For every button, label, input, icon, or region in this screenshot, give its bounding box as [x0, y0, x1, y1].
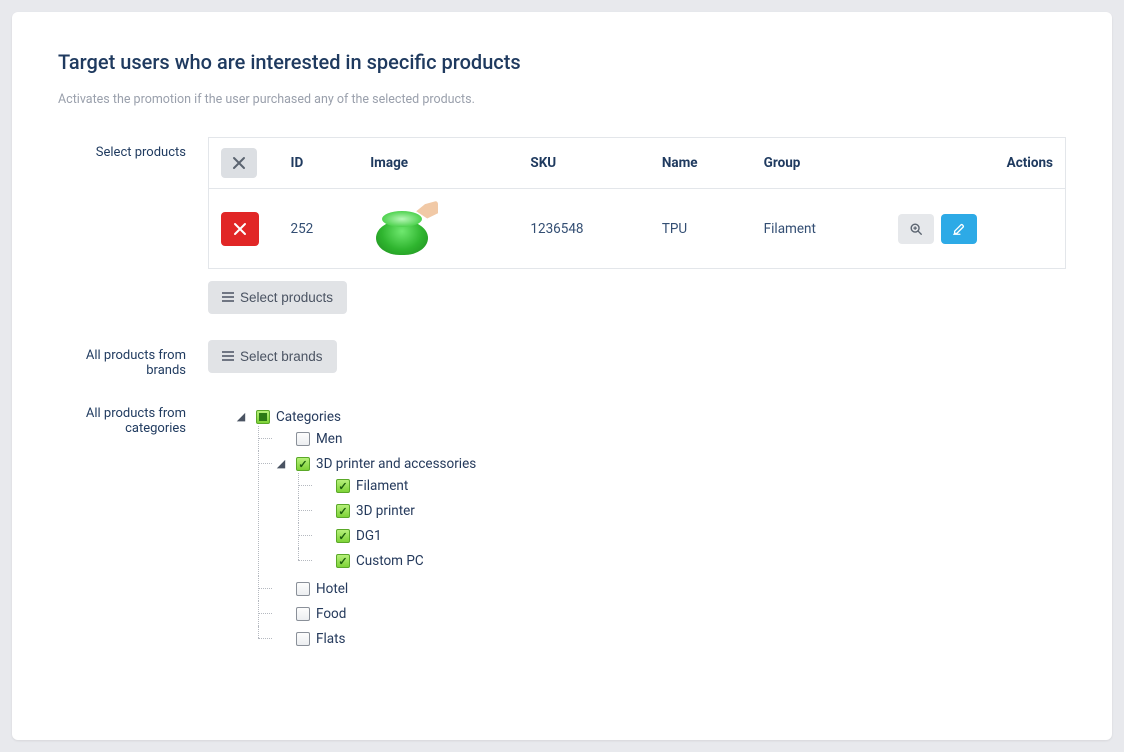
tree-node-label[interactable]: Custom PC	[356, 552, 424, 570]
tree-checkbox[interactable]	[296, 632, 310, 646]
tree-checkbox[interactable]	[296, 457, 310, 471]
row-brands: All products from brands Select brands	[58, 340, 1066, 378]
cell-image	[358, 189, 518, 269]
close-icon	[232, 156, 246, 170]
select-products-button[interactable]: Select products	[208, 281, 347, 314]
col-actions: Actions	[882, 138, 1066, 189]
col-image: Image	[358, 138, 518, 189]
label-brands: All products from brands	[58, 340, 208, 378]
tree-checkbox[interactable]	[336, 529, 350, 543]
col-sku: SKU	[518, 138, 649, 189]
label-select-products: Select products	[58, 137, 208, 160]
select-brands-button[interactable]: Select brands	[208, 340, 337, 373]
cell-id: 252	[279, 189, 359, 269]
col-group: Group	[752, 138, 882, 189]
zoom-in-icon	[909, 222, 923, 236]
label-categories: All products from categories	[58, 404, 208, 436]
edit-button[interactable]	[941, 214, 977, 244]
category-tree: ◢ Categories · Men	[208, 404, 1066, 654]
tree-node-label[interactable]: 3D printer and accessories	[316, 455, 476, 473]
edit-icon	[952, 222, 966, 236]
zoom-button[interactable]	[898, 214, 934, 244]
tree-node-label[interactable]: Flats	[316, 630, 345, 648]
tree-checkbox[interactable]	[336, 479, 350, 493]
tree-node-label[interactable]: Food	[316, 605, 346, 623]
list-icon	[222, 290, 234, 305]
tree-node-label[interactable]: Men	[316, 430, 342, 448]
tree-checkbox[interactable]	[256, 410, 270, 424]
tree-checkbox[interactable]	[296, 582, 310, 596]
clear-all-button[interactable]	[221, 148, 257, 178]
page-heading: Target users who are interested in speci…	[58, 50, 1066, 74]
tree-toggle[interactable]: ◢	[276, 459, 286, 469]
table-row: 252 1236548 TPU Filament	[209, 189, 1066, 269]
row-select-products: Select products ID Image SKU Name G	[58, 137, 1066, 314]
tree-node-label[interactable]: 3D printer	[356, 502, 415, 520]
product-image	[370, 201, 440, 257]
tree-checkbox[interactable]	[296, 432, 310, 446]
tree-checkbox[interactable]	[336, 504, 350, 518]
cell-sku: 1236548	[518, 189, 649, 269]
settings-card: Target users who are interested in speci…	[12, 12, 1112, 740]
products-table: ID Image SKU Name Group Actions	[208, 137, 1066, 269]
row-categories: All products from categories ◢ Categorie…	[58, 404, 1066, 654]
col-name: Name	[650, 138, 752, 189]
page-subtitle: Activates the promotion if the user purc…	[58, 92, 1066, 107]
select-brands-button-label: Select brands	[240, 349, 323, 364]
tree-checkbox[interactable]	[336, 554, 350, 568]
tree-node-label[interactable]: Hotel	[316, 580, 348, 598]
tree-checkbox[interactable]	[296, 607, 310, 621]
tree-node-label[interactable]: Filament	[356, 477, 408, 495]
close-icon	[233, 222, 247, 236]
tree-node-label[interactable]: Categories	[276, 408, 341, 426]
tree-node-label[interactable]: DG1	[356, 527, 382, 545]
select-products-button-label: Select products	[240, 290, 333, 305]
cell-group: Filament	[752, 189, 882, 269]
tree-toggle[interactable]: ◢	[236, 412, 246, 422]
list-icon	[222, 349, 234, 364]
remove-row-button[interactable]	[221, 212, 259, 246]
cell-name: TPU	[650, 189, 752, 269]
col-id: ID	[279, 138, 359, 189]
